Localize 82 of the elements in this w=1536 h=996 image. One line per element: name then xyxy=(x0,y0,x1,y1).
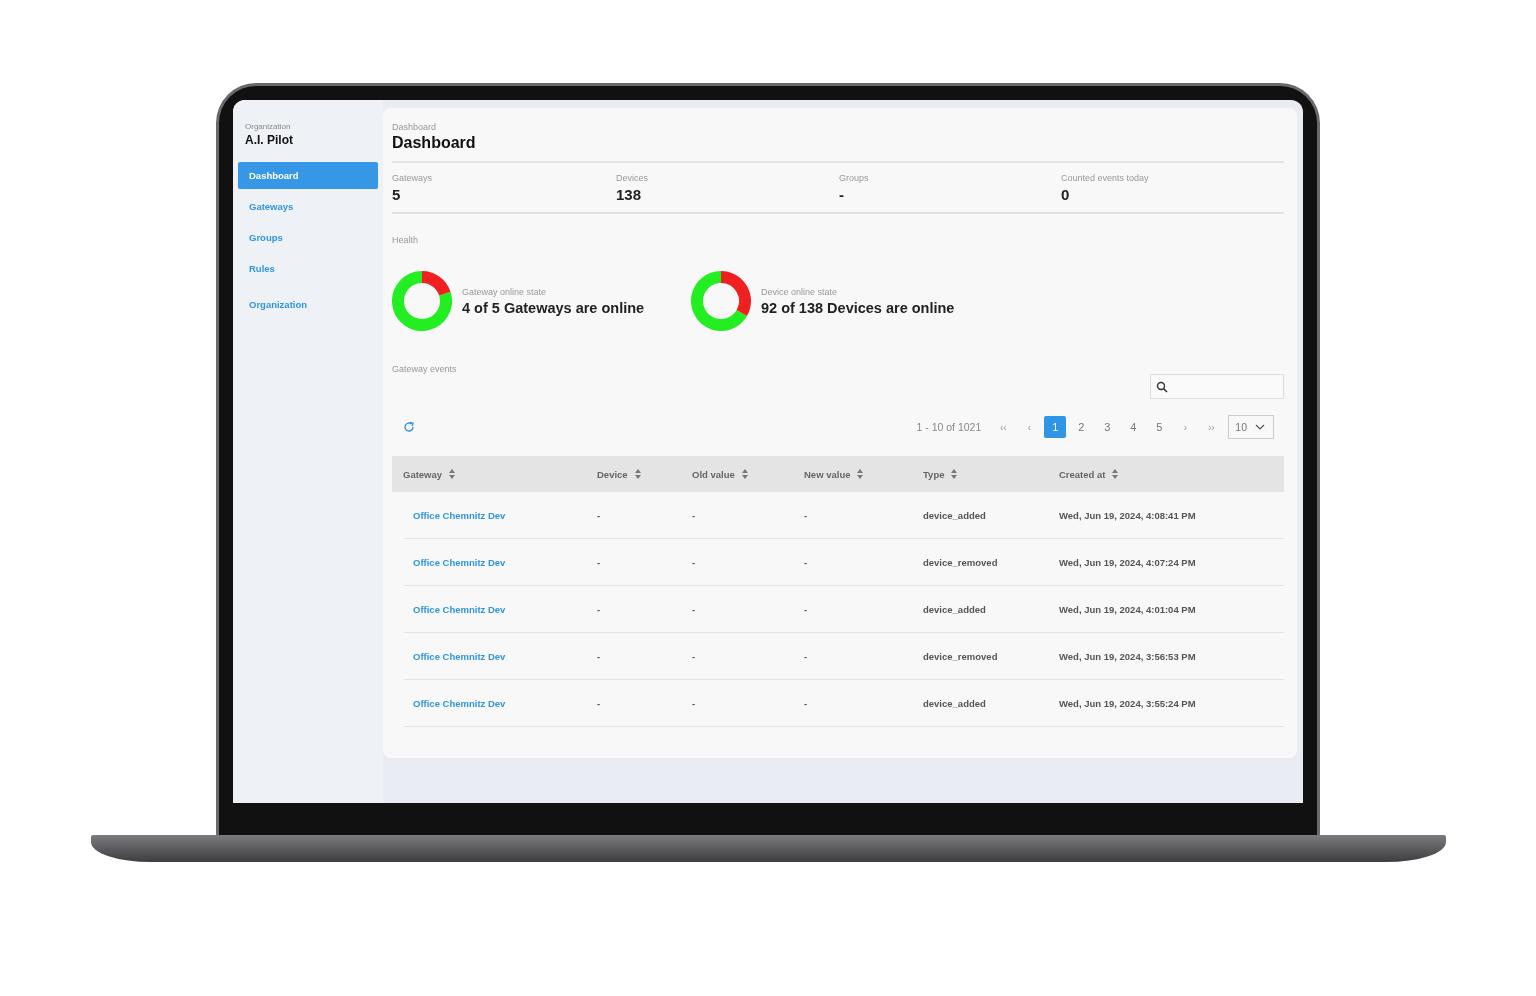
table-cell: Wed, Jun 19, 2024, 3:55:24 PM xyxy=(1059,697,1196,709)
table-cell: - xyxy=(597,509,601,521)
next-page-button[interactable]: › xyxy=(1172,421,1199,433)
table-cell: Wed, Jun 19, 2024, 3:56:53 PM xyxy=(1059,650,1196,662)
health-summary: 4 of 5 Gateways are online xyxy=(462,299,645,316)
table-cell: - xyxy=(597,603,601,615)
first-page-button[interactable]: ‹‹ xyxy=(990,421,1017,433)
column-header[interactable]: New value xyxy=(804,468,851,480)
table-cell: Wed, Jun 19, 2024, 4:01:04 PM xyxy=(1059,603,1196,615)
table-cell: - xyxy=(597,697,601,709)
table-cell: - xyxy=(804,650,808,662)
stat-value: 0 xyxy=(1061,186,1071,203)
stat-label: Counted events today xyxy=(1061,173,1150,183)
sidebar-item[interactable]: Groups xyxy=(238,224,378,251)
table-cell: device_removed xyxy=(923,650,998,662)
search-icon xyxy=(1156,380,1168,393)
table-cell: - xyxy=(804,603,808,615)
table-cell: - xyxy=(692,556,696,568)
table-cell: device_added xyxy=(923,509,986,521)
sort-icon[interactable] xyxy=(1112,469,1119,479)
sort-icon[interactable] xyxy=(449,469,456,479)
table-cell: Wed, Jun 19, 2024, 4:07:24 PM xyxy=(1059,556,1196,568)
last-page-button[interactable]: ›› xyxy=(1198,421,1225,433)
column-header[interactable]: Type xyxy=(923,468,945,480)
table-cell: - xyxy=(692,697,696,709)
gateway-link[interactable]: Office Chemnitz Dev xyxy=(413,556,506,568)
previous-page-button[interactable]: ‹ xyxy=(1016,421,1043,433)
sort-icon[interactable] xyxy=(951,469,958,479)
stat-label: Gateways xyxy=(392,173,434,183)
sort-icon[interactable] xyxy=(857,469,864,479)
table-cell: Wed, Jun 19, 2024, 4:08:41 PM xyxy=(1059,509,1196,521)
health-summary: 92 of 138 Devices are online xyxy=(761,299,955,316)
sidebar-item[interactable]: Dashboard xyxy=(238,162,378,189)
stat-value: - xyxy=(839,186,845,203)
page-title: Dashboard xyxy=(392,134,477,152)
table-cell: - xyxy=(597,650,601,662)
page-button[interactable]: 1 xyxy=(1044,416,1067,438)
table-cell: - xyxy=(692,509,696,521)
sidebar-item[interactable]: Rules xyxy=(238,255,378,282)
page-button[interactable]: 5 xyxy=(1148,416,1171,438)
search-field[interactable] xyxy=(1150,374,1284,399)
stat-label: Groups xyxy=(839,173,870,183)
column-header[interactable]: Gateway xyxy=(403,468,443,480)
stat-value: 138 xyxy=(616,186,643,203)
table-cell: - xyxy=(804,697,808,709)
refresh-icon[interactable] xyxy=(403,421,415,433)
org-name: A.I. Pilot xyxy=(245,133,294,147)
health-label: Gateway online state xyxy=(462,286,548,297)
column-header[interactable]: Old value xyxy=(692,468,735,480)
table-cell: - xyxy=(692,603,696,615)
health-label: Device online state xyxy=(761,286,839,297)
section-title: Gateway events xyxy=(392,364,458,374)
table-cell: device_added xyxy=(923,697,986,709)
sort-icon[interactable] xyxy=(741,469,748,479)
gateway-link[interactable]: Office Chemnitz Dev xyxy=(413,697,506,709)
sidebar-item[interactable]: Organization xyxy=(238,291,378,318)
page-range: 1 - 10 of 1021 xyxy=(916,421,982,433)
breadcrumb: Dashboard xyxy=(392,122,438,132)
gateway-link[interactable]: Office Chemnitz Dev xyxy=(413,603,506,615)
column-header[interactable]: Created at xyxy=(1059,468,1106,480)
chevron-icon xyxy=(1255,424,1265,430)
org-label: Organization xyxy=(245,122,292,131)
gateway-link[interactable]: Office Chemnitz Dev xyxy=(413,509,506,521)
donut-chart xyxy=(691,271,751,331)
page-size-select[interactable]: 10 xyxy=(1228,415,1274,439)
sidebar-item[interactable]: Gateways xyxy=(238,193,378,220)
page-button[interactable]: 3 xyxy=(1096,416,1119,438)
table-cell: device_removed xyxy=(923,556,998,568)
page-button[interactable]: 4 xyxy=(1122,416,1145,438)
gateway-link[interactable]: Office Chemnitz Dev xyxy=(413,650,506,662)
sort-icon[interactable] xyxy=(634,469,641,479)
table-cell: - xyxy=(804,556,808,568)
donut-chart xyxy=(392,271,452,331)
table-cell: - xyxy=(692,650,696,662)
table-cell: - xyxy=(804,509,808,521)
table-cell: - xyxy=(597,556,601,568)
stat-label: Devices xyxy=(616,173,649,183)
page-button[interactable]: 2 xyxy=(1070,416,1093,438)
section-title: Health xyxy=(392,235,419,245)
column-header[interactable]: Device xyxy=(597,468,628,480)
table-cell: device_added xyxy=(923,603,986,615)
stat-value: 5 xyxy=(392,186,402,203)
